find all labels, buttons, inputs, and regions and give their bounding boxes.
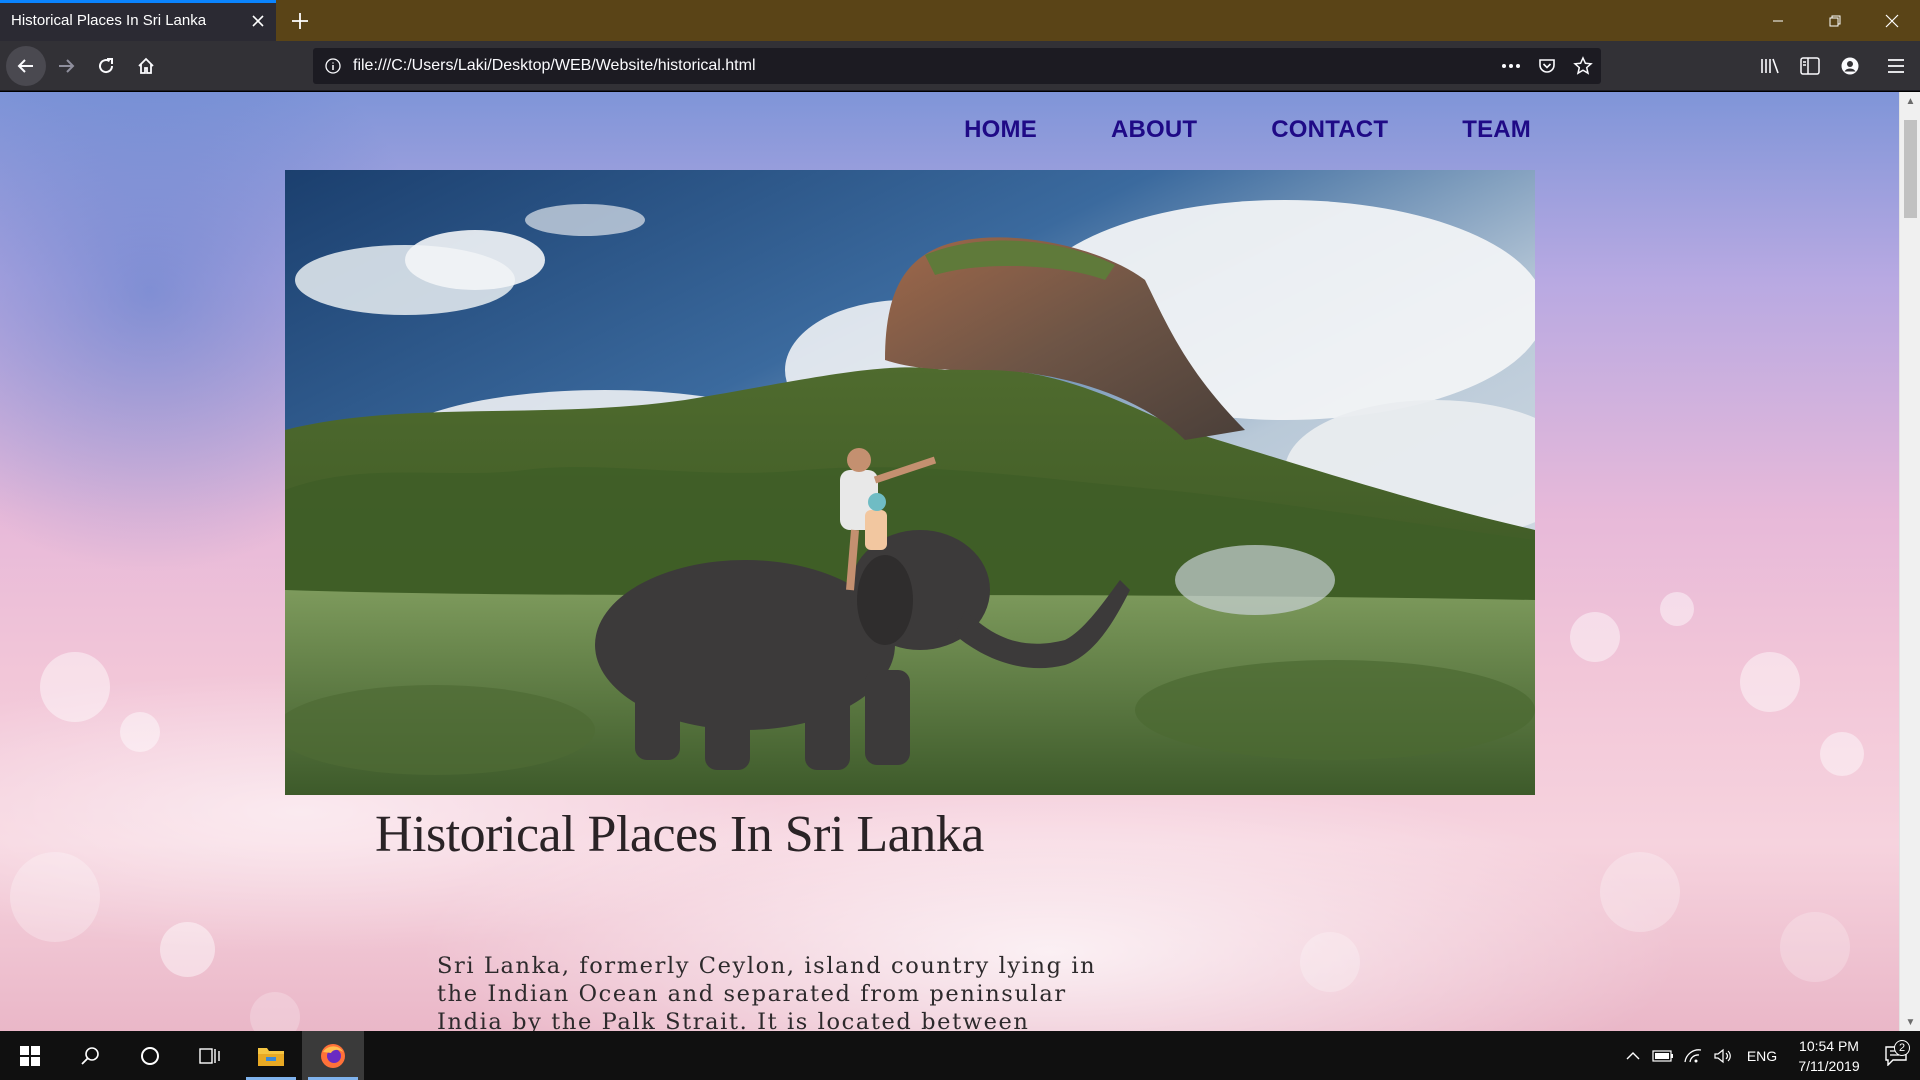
nav-link-home[interactable]: HOME	[964, 116, 1037, 144]
reload-button[interactable]	[86, 46, 126, 86]
bokeh-decoration	[250, 992, 300, 1031]
browser-tab[interactable]: Historical Places In Sri Lanka	[0, 0, 276, 41]
bokeh-decoration	[40, 652, 110, 722]
menu-button[interactable]	[1876, 46, 1916, 86]
site-navigation: HOME ABOUT CONTACT TEAM	[890, 116, 1531, 144]
account-icon	[1841, 57, 1859, 75]
search-button[interactable]	[60, 1031, 120, 1080]
windows-taskbar: ENG 10:54 PM 7/11/2019 2	[0, 1031, 1920, 1080]
page-viewport: HOME ABOUT CONTACT TEAM Historical Place…	[0, 92, 1899, 1031]
hero-image	[285, 170, 1535, 795]
wifi-icon[interactable]	[1678, 1048, 1708, 1064]
nav-link-contact[interactable]: CONTACT	[1271, 116, 1388, 144]
clock-date: 7/11/2019	[1798, 1057, 1860, 1074]
scroll-up-icon[interactable]: ▲	[1900, 92, 1920, 110]
bookmark-star-icon[interactable]	[1565, 56, 1601, 76]
task-view-icon	[199, 1047, 220, 1064]
pocket-icon[interactable]	[1529, 57, 1565, 75]
home-button[interactable]	[126, 46, 166, 86]
url-text[interactable]: file:///C:/Users/Laki/Desktop/WEB/Websit…	[353, 57, 1493, 75]
bokeh-decoration	[1660, 592, 1694, 626]
browser-titlebar: Historical Places In Sri Lanka	[0, 0, 1920, 41]
restore-button[interactable]	[1806, 0, 1863, 41]
bokeh-decoration	[1300, 932, 1360, 992]
reload-icon	[99, 57, 114, 73]
clock-time: 10:54 PM	[1799, 1037, 1859, 1054]
bokeh-decoration	[1570, 612, 1620, 662]
folder-icon	[258, 1047, 284, 1066]
bokeh-decoration	[1780, 912, 1850, 982]
page-scrollbar[interactable]: ▲ ▼	[1899, 92, 1920, 1031]
sidebar-icon	[1800, 57, 1820, 75]
windows-logo-icon	[20, 1045, 40, 1066]
search-icon	[81, 1046, 99, 1065]
bokeh-decoration	[1740, 652, 1800, 712]
cortana-button[interactable]	[120, 1031, 180, 1080]
show-hidden-icons-icon[interactable]	[1618, 1051, 1648, 1061]
scrollbar-thumb[interactable]	[1904, 120, 1917, 218]
minimize-icon	[1772, 20, 1783, 21]
info-icon[interactable]	[313, 58, 353, 74]
account-button[interactable]	[1830, 46, 1870, 86]
start-button[interactable]	[0, 1031, 60, 1080]
action-center-button[interactable]: 2	[1872, 1039, 1920, 1066]
language-indicator[interactable]: ENG	[1738, 1048, 1786, 1064]
sidebar-button[interactable]	[1790, 46, 1830, 86]
minimize-button[interactable]	[1749, 0, 1806, 41]
scroll-down-icon[interactable]: ▼	[1900, 1013, 1920, 1031]
bokeh-decoration	[160, 922, 215, 977]
page-title: Historical Places In Sri Lanka	[375, 806, 984, 863]
taskbar-file-explorer[interactable]	[240, 1031, 302, 1080]
system-tray: ENG 10:54 PM 7/11/2019 2	[1618, 1031, 1920, 1080]
bokeh-decoration	[120, 712, 160, 752]
library-button[interactable]	[1750, 46, 1790, 86]
bokeh-decoration	[1600, 852, 1680, 932]
hamburger-menu-icon	[1888, 59, 1904, 73]
forward-arrow-icon	[59, 58, 75, 73]
volume-icon[interactable]	[1708, 1048, 1738, 1064]
new-tab-button[interactable]	[276, 0, 324, 41]
bokeh-decoration	[1820, 732, 1864, 776]
close-icon	[1885, 14, 1898, 27]
tab-close-icon[interactable]	[242, 5, 274, 37]
restore-icon	[1829, 15, 1840, 26]
home-icon	[138, 57, 154, 74]
cortana-circle-icon	[141, 1046, 159, 1065]
address-bar[interactable]: file:///C:/Users/Laki/Desktop/WEB/Websit…	[313, 48, 1601, 84]
nav-link-team[interactable]: TEAM	[1462, 116, 1531, 144]
taskbar-clock[interactable]: 10:54 PM 7/11/2019	[1786, 1036, 1872, 1076]
browser-toolbar: file:///C:/Users/Laki/Desktop/WEB/Websit…	[0, 41, 1920, 91]
library-icon	[1761, 58, 1779, 74]
bokeh-decoration	[10, 852, 100, 942]
taskbar-firefox[interactable]	[302, 1031, 364, 1080]
tab-title: Historical Places In Sri Lanka	[11, 12, 207, 29]
task-view-button[interactable]	[180, 1031, 240, 1080]
close-window-button[interactable]	[1863, 0, 1920, 41]
firefox-icon	[321, 1043, 345, 1068]
back-arrow-icon	[17, 58, 33, 73]
battery-icon[interactable]	[1648, 1049, 1678, 1062]
notification-count-badge: 2	[1894, 1039, 1910, 1056]
back-button[interactable]	[6, 45, 46, 86]
more-actions-icon[interactable]	[1493, 63, 1529, 69]
plus-icon	[292, 12, 308, 29]
forward-button[interactable]	[46, 46, 86, 86]
nav-link-about[interactable]: ABOUT	[1111, 116, 1197, 144]
intro-paragraph: Sri Lanka, formerly Ceylon, island count…	[437, 953, 1097, 1031]
